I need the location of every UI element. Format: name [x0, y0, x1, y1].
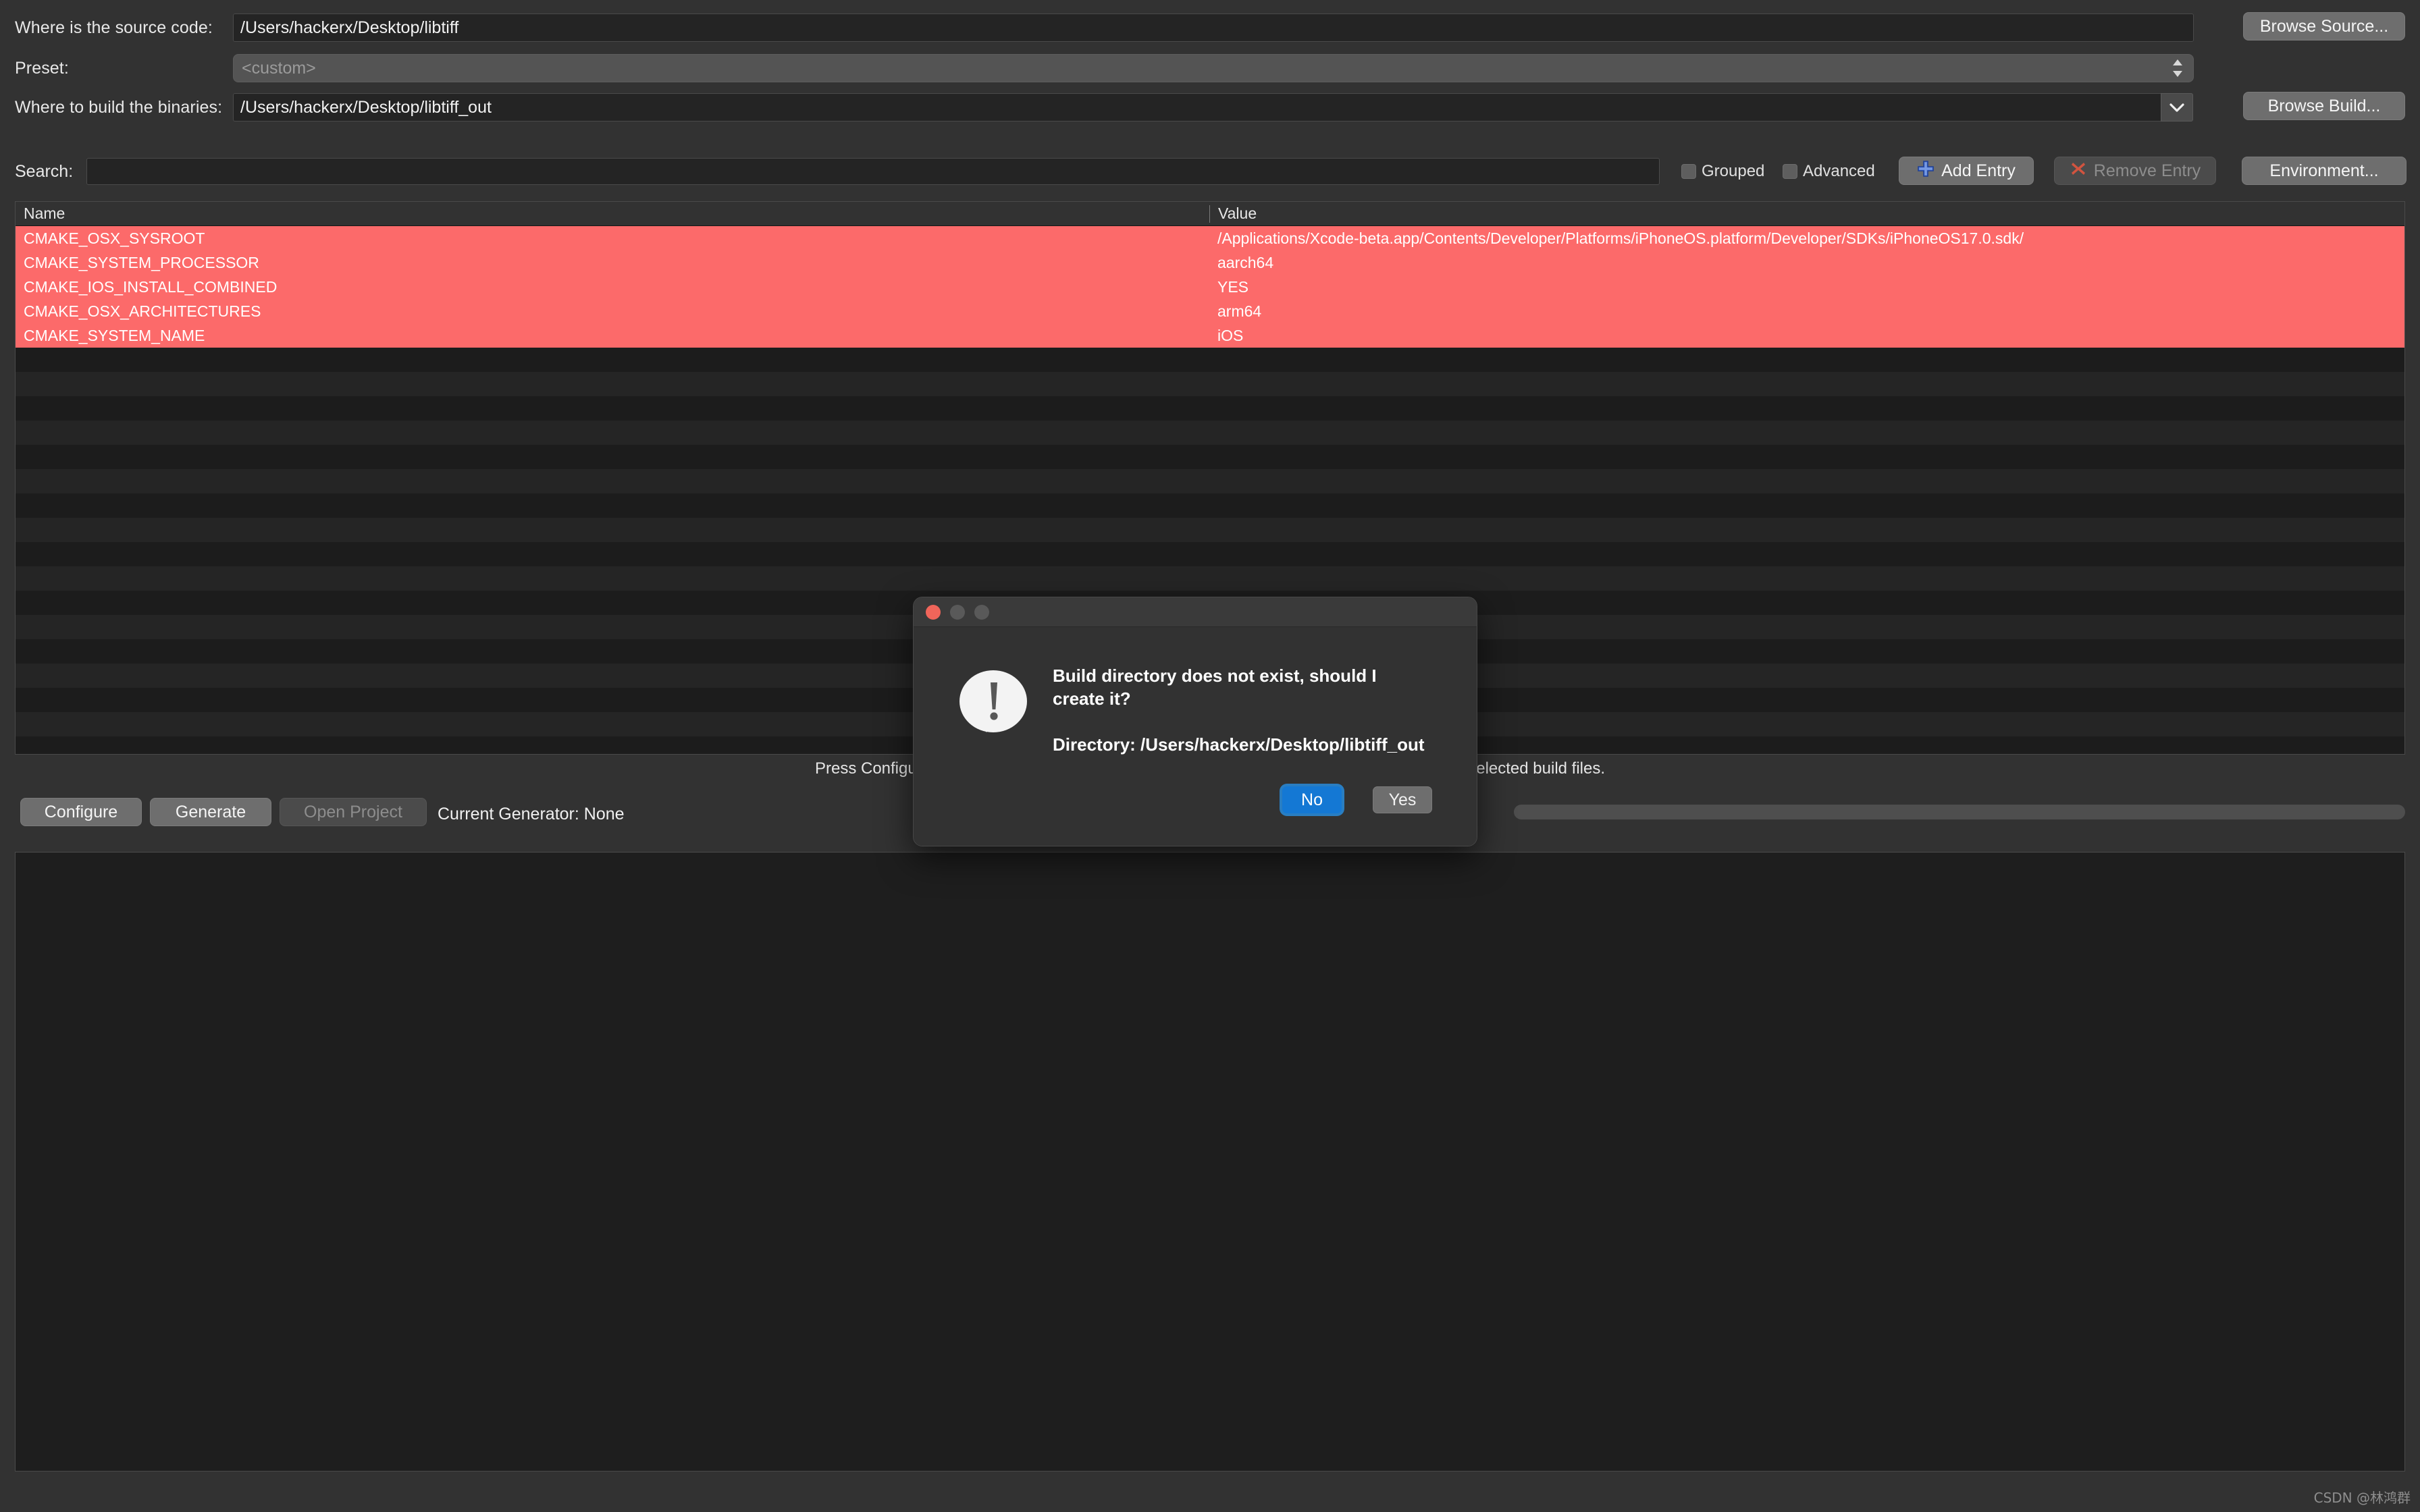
preset-selected-value: <custom> — [242, 58, 316, 78]
cache-variable-name: CMAKE_OSX_SYSROOT — [24, 229, 205, 247]
dialog-message: Build directory does not exist, should I… — [1053, 665, 1431, 756]
dialog-titlebar — [914, 597, 1477, 627]
checkbox-icon — [1681, 164, 1696, 179]
warning-icon — [955, 668, 1034, 746]
build-directory-dialog: Build directory does not exist, should I… — [913, 597, 1477, 846]
advanced-checkbox[interactable]: Advanced — [1783, 162, 1875, 181]
preset-label: Preset: — [15, 58, 69, 78]
table-row-empty[interactable] — [16, 445, 2404, 469]
dialog-body: Build directory does not exist, should I… — [914, 627, 1477, 846]
current-generator-label: Current Generator: None — [438, 805, 625, 824]
table-row-empty[interactable] — [16, 542, 2404, 566]
table-row-empty[interactable] — [16, 518, 2404, 542]
table-row[interactable]: CMAKE_IOS_INSTALL_COMBINED YES — [16, 275, 2404, 299]
browse-source-button[interactable]: Browse Source... — [2243, 12, 2405, 40]
dialog-yes-button[interactable]: Yes — [1373, 786, 1432, 813]
generate-button[interactable]: Generate — [150, 798, 271, 826]
table-row[interactable]: CMAKE_SYSTEM_PROCESSOR aarch64 — [16, 250, 2404, 275]
table-row-empty[interactable] — [16, 348, 2404, 372]
source-row: Where is the source code: /Users/hackerx… — [0, 12, 2420, 43]
path-form: Where is the source code: /Users/hackerx… — [0, 0, 2420, 145]
configure-button[interactable]: Configure — [20, 798, 142, 826]
table-row[interactable]: CMAKE_OSX_ARCHITECTURES arm64 — [16, 299, 2404, 323]
minimize-window-icon — [950, 604, 965, 620]
cache-variable-value: aarch64 — [1217, 253, 1274, 271]
build-input[interactable]: /Users/hackerx/Desktop/libtiff_out — [233, 93, 2161, 122]
dialog-no-button[interactable]: No — [1282, 786, 1342, 813]
search-label: Search: — [15, 162, 74, 181]
table-row-empty[interactable] — [16, 421, 2404, 445]
environment-button[interactable]: Environment... — [2242, 157, 2406, 185]
browse-build-button[interactable]: Browse Build... — [2243, 92, 2405, 120]
grouped-checkbox[interactable]: Grouped — [1681, 162, 1764, 181]
grouped-label: Grouped — [1702, 162, 1765, 180]
remove-entry-label: Remove Entry — [2093, 161, 2201, 180]
source-label: Where is the source code: — [15, 18, 213, 37]
cache-variable-name: CMAKE_OSX_ARCHITECTURES — [24, 302, 261, 320]
column-header-value[interactable]: Value — [1209, 205, 2404, 223]
cross-icon — [2070, 160, 2087, 182]
cache-variable-name: CMAKE_SYSTEM_NAME — [24, 326, 205, 344]
search-input[interactable] — [86, 158, 1660, 185]
table-header-row: Name Value — [16, 202, 2404, 226]
cache-variable-value: iOS — [1217, 326, 1244, 344]
cache-variable-name: CMAKE_IOS_INSTALL_COMBINED — [24, 277, 278, 296]
progress-bar — [1514, 805, 2405, 819]
preset-select[interactable]: <custom> — [233, 54, 2194, 82]
dialog-message-line2: Directory: /Users/hackerx/Desktop/libtif… — [1053, 734, 1425, 755]
source-input[interactable]: /Users/hackerx/Desktop/libtiff — [233, 14, 2194, 42]
cache-variable-value: /Applications/Xcode-beta.app/Contents/De… — [1217, 229, 2024, 247]
plus-icon — [1917, 160, 1935, 182]
dialog-message-line1: Build directory does not exist, should I… — [1053, 666, 1377, 709]
add-entry-label: Add Entry — [1941, 161, 2016, 180]
table-row[interactable]: CMAKE_SYSTEM_NAME iOS — [16, 323, 2404, 348]
close-window-icon[interactable] — [926, 604, 941, 620]
maximize-window-icon — [974, 604, 989, 620]
preset-row: Preset: <custom> — [0, 53, 2420, 84]
cache-variable-value: YES — [1217, 277, 1249, 296]
build-row: Where to build the binaries: /Users/hack… — [0, 92, 2420, 123]
table-row-empty[interactable] — [16, 396, 2404, 421]
cache-variable-name: CMAKE_SYSTEM_PROCESSOR — [24, 253, 259, 271]
cmake-gui-window: Where is the source code: /Users/hackerx… — [0, 0, 2420, 1512]
table-row-empty[interactable] — [16, 469, 2404, 493]
open-project-button[interactable]: Open Project — [280, 798, 427, 826]
add-entry-button[interactable]: Add Entry — [1899, 157, 2034, 185]
chevron-down-icon — [2169, 103, 2184, 112]
remove-entry-button[interactable]: Remove Entry — [2054, 157, 2216, 185]
cache-variable-value: arm64 — [1217, 302, 1262, 320]
build-label: Where to build the binaries: — [15, 97, 223, 117]
table-row[interactable]: CMAKE_OSX_SYSROOT/Applications/Xcode-bet… — [16, 226, 2404, 250]
watermark: CSDN @林鸿群 — [2313, 1490, 2411, 1506]
advanced-label: Advanced — [1803, 162, 1875, 180]
column-header-name[interactable]: Name — [16, 205, 1209, 223]
checkbox-icon — [1783, 164, 1797, 179]
build-history-dropdown[interactable] — [2161, 93, 2193, 122]
stepper-arrows-icon — [2172, 59, 2184, 77]
table-row-empty[interactable] — [16, 493, 2404, 518]
output-console[interactable] — [15, 852, 2405, 1472]
table-row-empty[interactable] — [16, 372, 2404, 396]
table-row-empty[interactable] — [16, 566, 2404, 591]
